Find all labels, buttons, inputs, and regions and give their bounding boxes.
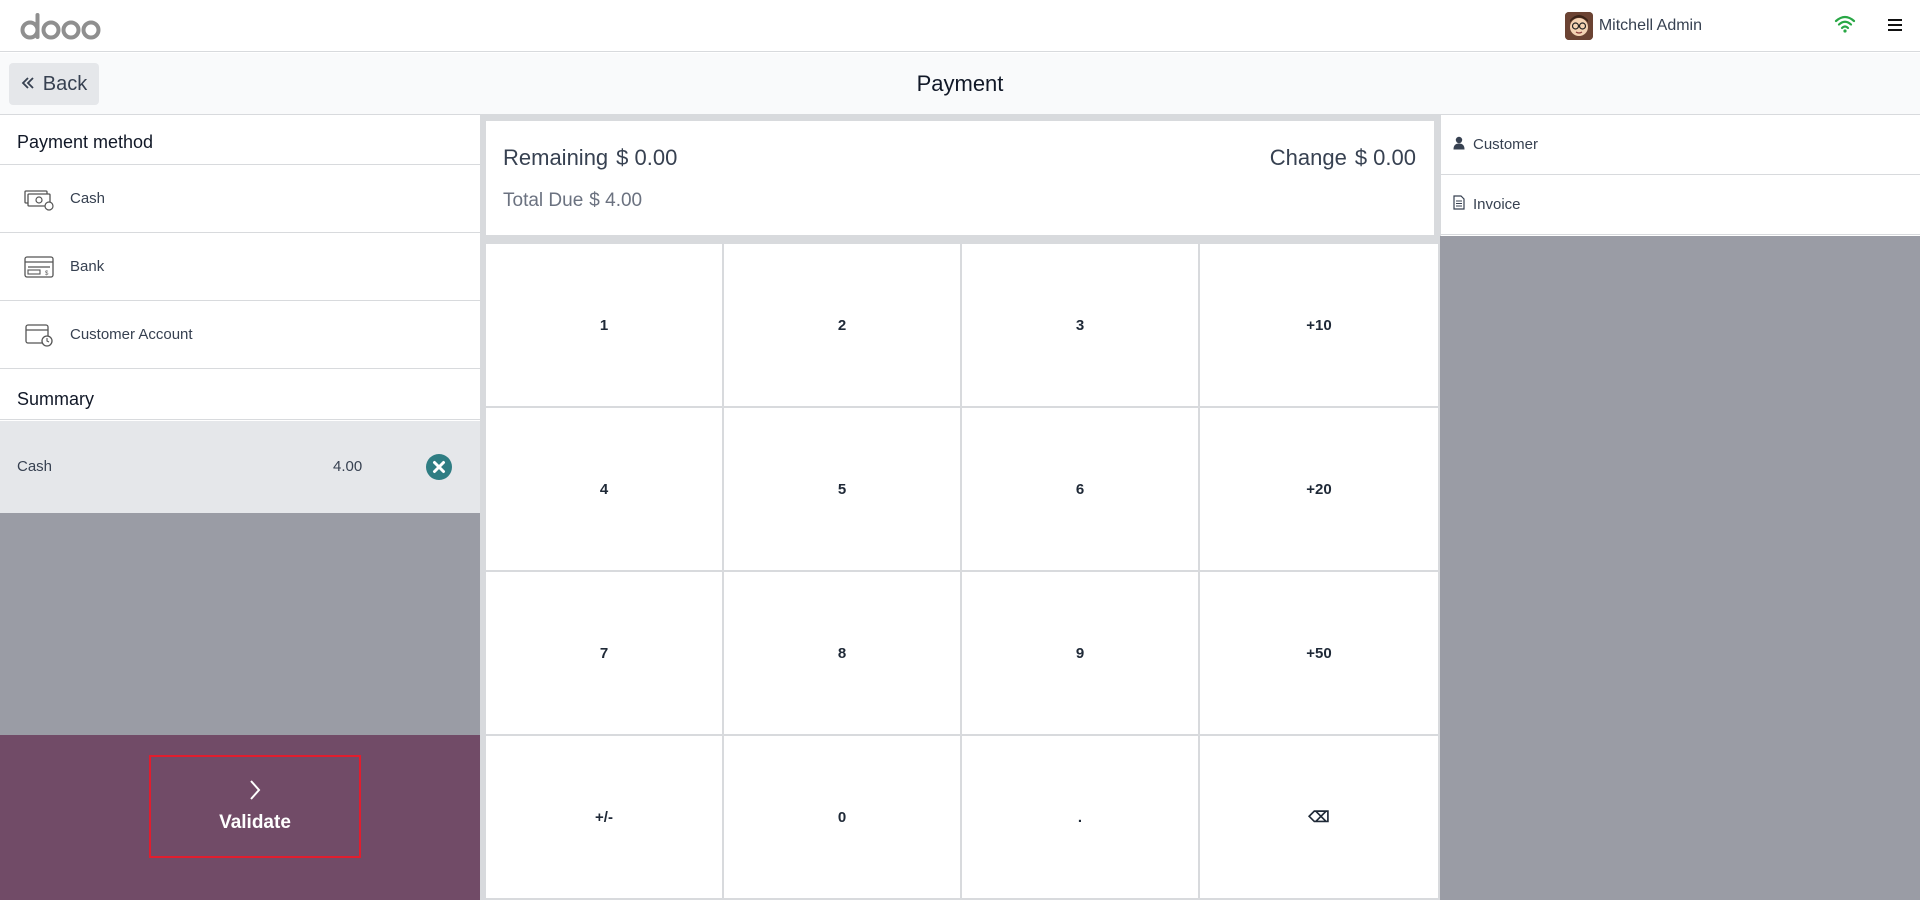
change-value: $ 0.00 bbox=[1354, 145, 1416, 170]
user-name: Mitchell Admin bbox=[1598, 17, 1702, 34]
summary-title: Summary bbox=[0, 369, 480, 420]
numpad-key-8[interactable]: 8 bbox=[724, 572, 960, 734]
top-navbar: Mitchell Admin bbox=[0, 0, 1920, 52]
numpad-key-1[interactable]: 1 bbox=[486, 244, 722, 406]
payment-line[interactable]: Cash 4.00 bbox=[0, 421, 480, 513]
customer-invoice-panel: Customer Invoice bbox=[1440, 115, 1920, 236]
left-panel: Payment method Cash $ Bank Customer Acco… bbox=[0, 115, 480, 900]
file-text-icon bbox=[1453, 195, 1473, 214]
customer-label: Customer bbox=[1473, 136, 1539, 153]
payment-method-label: Customer Account bbox=[70, 326, 193, 343]
payment-method-customer-account[interactable]: Customer Account bbox=[0, 301, 480, 369]
numpad-key-backspace[interactable]: ⌫ bbox=[1200, 736, 1438, 898]
validate-area: Validate bbox=[0, 735, 480, 900]
payment-method-title: Payment method bbox=[0, 115, 480, 165]
numpad-key-plus-20[interactable]: +20 bbox=[1200, 408, 1438, 570]
numpad-key-decimal[interactable]: . bbox=[962, 736, 1198, 898]
numpad-key-plus-10[interactable]: +10 bbox=[1200, 244, 1438, 406]
validate-button[interactable]: Validate bbox=[149, 755, 361, 858]
odoo-logo bbox=[20, 8, 104, 44]
payment-line-method: Cash bbox=[17, 458, 53, 475]
numpad: 1 2 3 +10 4 5 6 +20 7 8 9 +50 +/- 0 . ⌫ bbox=[486, 244, 1438, 898]
numpad-key-6[interactable]: 6 bbox=[962, 408, 1198, 570]
payment-method-cash[interactable]: Cash bbox=[0, 165, 480, 233]
chevron-right-icon bbox=[248, 779, 262, 806]
customer-account-icon bbox=[24, 322, 54, 348]
total-due-label: Total Due bbox=[503, 190, 584, 211]
payment-center-panel: Remaining $ 0.00 Change $ 0.00 Total Due $ … bbox=[480, 115, 1440, 900]
remaining-label: Remaining bbox=[503, 145, 609, 170]
screen-header: Back Payment bbox=[0, 53, 1920, 115]
bank-card-icon: $ bbox=[24, 254, 54, 280]
wifi-icon bbox=[1834, 14, 1856, 34]
numpad-key-plus-50[interactable]: +50 bbox=[1200, 572, 1438, 734]
validate-label: Validate bbox=[219, 812, 291, 833]
remove-payment-icon[interactable] bbox=[426, 454, 452, 480]
cash-icon bbox=[24, 186, 54, 212]
payment-method-panel: Payment method Cash $ Bank Customer Acco… bbox=[0, 115, 480, 513]
numpad-key-2[interactable]: 2 bbox=[724, 244, 960, 406]
avatar bbox=[1564, 12, 1593, 40]
payment-method-label: Cash bbox=[70, 190, 106, 207]
user-icon bbox=[1453, 136, 1473, 154]
remaining-value: $ 0.00 bbox=[616, 145, 678, 170]
numpad-key-4[interactable]: 4 bbox=[486, 408, 722, 570]
numpad-key-sign[interactable]: +/- bbox=[486, 736, 722, 898]
total-due-value: $ 4.00 bbox=[589, 190, 643, 211]
payment-line-amount: 4.00 bbox=[333, 458, 363, 475]
total-due: Total Due $ 4.00 bbox=[503, 190, 642, 212]
change-label: Change bbox=[1269, 145, 1347, 170]
numpad-key-7[interactable]: 7 bbox=[486, 572, 722, 734]
user-menu[interactable]: Mitchell Admin bbox=[1564, 12, 1702, 40]
payment-method-label: Bank bbox=[70, 258, 105, 275]
hamburger-menu-icon[interactable] bbox=[1886, 16, 1904, 34]
invoice-button[interactable]: Invoice bbox=[1441, 175, 1920, 235]
invoice-label: Invoice bbox=[1473, 196, 1521, 213]
numpad-key-3[interactable]: 3 bbox=[962, 244, 1198, 406]
payment-status: Remaining $ 0.00 Change $ 0.00 Total Due $ … bbox=[486, 121, 1434, 235]
payment-method-bank[interactable]: $ Bank bbox=[0, 233, 480, 301]
change-amount: Change $ 0.00 bbox=[1270, 145, 1416, 171]
page-title: Payment bbox=[916, 71, 1004, 96]
numpad-key-9[interactable]: 9 bbox=[962, 572, 1198, 734]
right-panel: Customer Invoice bbox=[1440, 115, 1920, 900]
customer-button[interactable]: Customer bbox=[1441, 115, 1920, 175]
numpad-key-0[interactable]: 0 bbox=[724, 736, 960, 898]
numpad-key-5[interactable]: 5 bbox=[724, 408, 960, 570]
remaining-amount: Remaining $ 0.00 bbox=[503, 145, 677, 171]
svg-text:$: $ bbox=[45, 271, 49, 277]
